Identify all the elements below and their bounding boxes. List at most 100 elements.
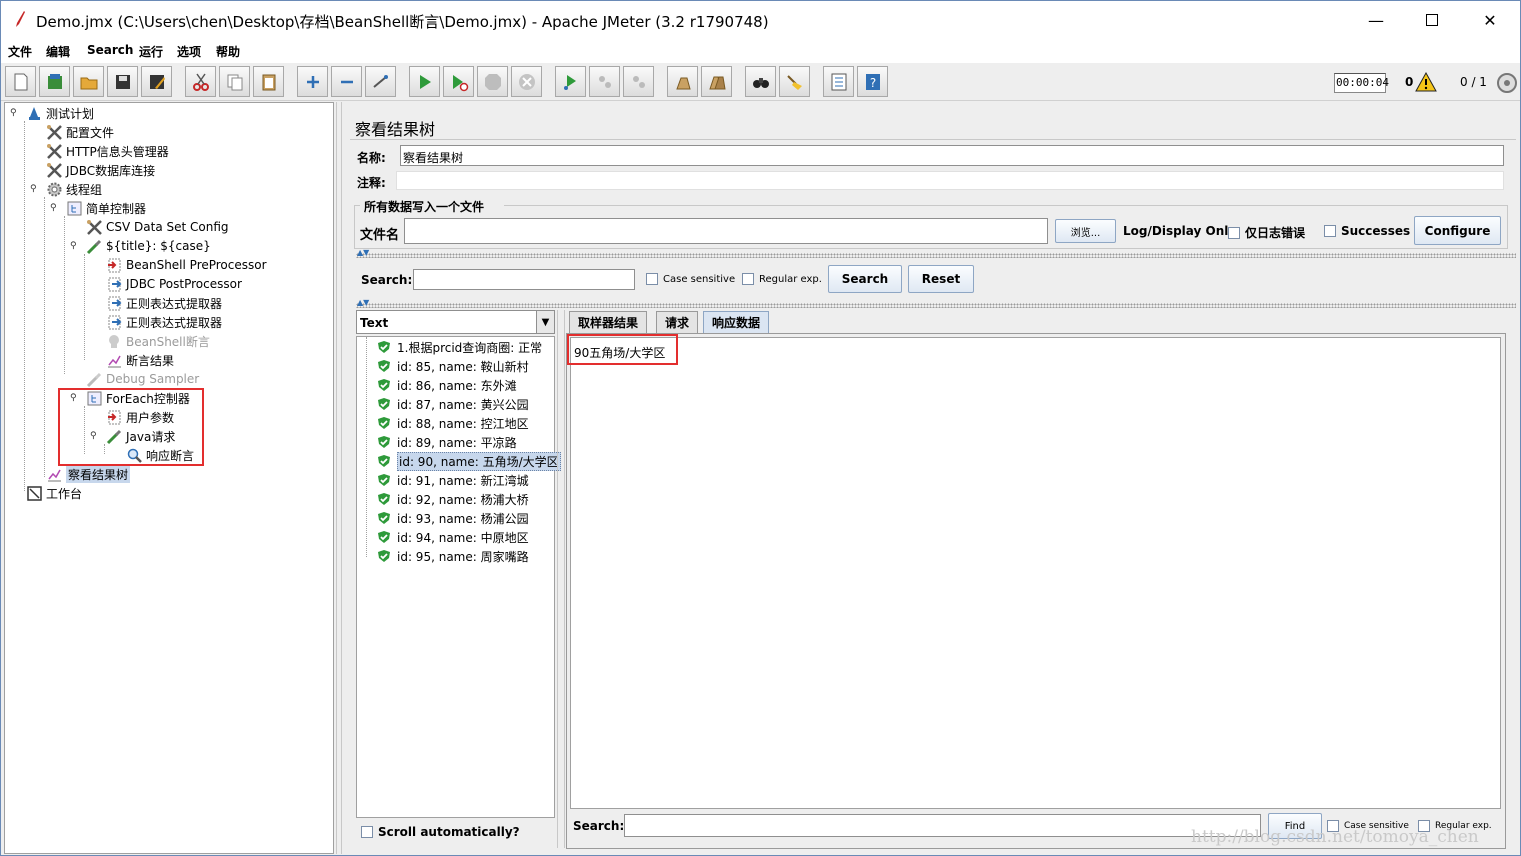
collapse-toggle-simple-controller[interactable]: ⚲: [50, 204, 59, 213]
errors-only-checkbox[interactable]: 仅日志错误: [1228, 224, 1305, 241]
successes-checkbox[interactable]: Successes: [1324, 224, 1410, 238]
reset-button[interactable]: Reset: [908, 265, 974, 293]
comment-input[interactable]: [396, 171, 1504, 190]
result-row[interactable]: id: 92, name: 杨浦大桥: [377, 490, 529, 508]
expand-all-button[interactable]: [297, 66, 328, 97]
tree-node-simple-controller[interactable]: 简单控制器: [65, 199, 146, 217]
search-button-toolbar[interactable]: [745, 66, 776, 97]
results-list[interactable]: 1.根据prcid查询商圈: 正常 id: 85, name: 鞍山新村 id:…: [356, 336, 561, 818]
pane-splitter[interactable]: [336, 102, 342, 854]
case-sensitive-checkbox[interactable]: Case sensitive: [646, 273, 735, 285]
result-row[interactable]: id: 94, name: 中原地区: [377, 528, 529, 546]
tree-node-sampler[interactable]: ${title}: ${case}: [85, 237, 211, 255]
tab-request[interactable]: 请求: [656, 311, 699, 333]
result-row[interactable]: id: 88, name: 控江地区: [377, 414, 529, 432]
search-input[interactable]: [413, 269, 635, 290]
function-helper-button[interactable]: [823, 66, 854, 97]
result-row[interactable]: id: 87, name: 黄兴公园: [377, 395, 529, 413]
tab-response-data[interactable]: 响应数据: [703, 311, 770, 333]
new-button[interactable]: [5, 66, 36, 97]
copy-button[interactable]: [219, 66, 250, 97]
remote-stop-button[interactable]: [589, 66, 620, 97]
menu-options[interactable]: 选项: [177, 43, 201, 60]
menu-help[interactable]: 帮助: [216, 43, 240, 60]
start-button[interactable]: [409, 66, 440, 97]
result-row[interactable]: id: 93, name: 杨浦公园: [377, 509, 529, 527]
collapse-all-button[interactable]: [331, 66, 362, 97]
tree-node-thread-group[interactable]: 线程组: [45, 180, 102, 198]
cut-button[interactable]: [185, 66, 216, 97]
tree-node-regex-extractor-2[interactable]: 正则表达式提取器: [105, 313, 222, 331]
copy-icon: [227, 74, 242, 90]
maximize-button[interactable]: [1403, 1, 1461, 39]
clear-button[interactable]: [667, 66, 698, 97]
renderer-select[interactable]: Text ▼: [356, 310, 555, 334]
result-row-selected[interactable]: id: 90, name: 五角场/大学区: [377, 451, 561, 471]
result-row[interactable]: id: 86, name: 东外滩: [377, 376, 517, 394]
start-no-timers-button[interactable]: [443, 66, 474, 97]
toggle-button[interactable]: [365, 66, 396, 97]
split-divider-middle[interactable]: [356, 303, 1516, 308]
list-detail-splitter[interactable]: [557, 310, 565, 848]
split-arrows-icon[interactable]: ▲▼: [357, 248, 369, 257]
help-button[interactable]: ?: [857, 66, 888, 97]
stop-button[interactable]: [477, 66, 508, 97]
help-book-icon: ?: [865, 73, 880, 90]
save-as-button[interactable]: [141, 66, 172, 97]
remote-shutdown-button[interactable]: [623, 66, 654, 97]
test-plan-tree[interactable]: ⚲ ⚲ ⚲ ⚲ ⚲ ⚲ 测试计划 配置文件 HTTP信息头管理器 JDBC数据库…: [4, 102, 334, 854]
remote-start-button[interactable]: [555, 66, 586, 97]
name-input[interactable]: 察看结果树: [400, 145, 1504, 166]
binoculars-icon: [752, 77, 769, 88]
tree-node-test-plan[interactable]: 测试计划: [25, 104, 94, 122]
result-row[interactable]: id: 89, name: 平凉路: [377, 433, 517, 451]
tab-sampler-result[interactable]: 取样器结果: [569, 311, 648, 333]
tree-node-http-header-manager[interactable]: HTTP信息头管理器: [45, 142, 169, 160]
menu-search[interactable]: Search: [87, 43, 133, 57]
collapse-toggle-sampler[interactable]: ⚲: [70, 242, 79, 251]
tree-node-debug-sampler[interactable]: Debug Sampler: [85, 370, 199, 388]
split-divider-top[interactable]: [356, 253, 1516, 258]
result-row[interactable]: id: 85, name: 鞍山新村: [377, 357, 529, 375]
bottom-search-input[interactable]: [624, 814, 1261, 837]
shutdown-button[interactable]: [511, 66, 542, 97]
configure-button[interactable]: Configure: [1414, 216, 1501, 245]
search-button[interactable]: Search: [828, 265, 902, 293]
open-button[interactable]: [73, 66, 104, 97]
collapse-toggle-thread-group[interactable]: ⚲: [30, 185, 39, 194]
paste-button[interactable]: [253, 66, 284, 97]
regex-checkbox[interactable]: Regular exp.: [742, 273, 822, 285]
result-row[interactable]: 1.根据prcid查询商圈: 正常: [377, 338, 542, 356]
browse-button[interactable]: 浏览...: [1055, 219, 1116, 243]
result-row[interactable]: id: 95, name: 周家嘴路: [377, 547, 529, 565]
templates-button[interactable]: [39, 66, 70, 97]
tree-node-config-file[interactable]: 配置文件: [45, 123, 114, 141]
menu-run[interactable]: 运行: [139, 43, 163, 60]
stop-icon: [484, 73, 501, 90]
tree-node-assertion-results[interactable]: 断言结果: [105, 351, 174, 369]
menu-file[interactable]: 文件: [8, 43, 32, 60]
close-button[interactable]: ✕: [1461, 1, 1519, 39]
tree-node-workbench[interactable]: 工作台: [25, 484, 82, 502]
postprocessor-icon: [105, 313, 123, 331]
menu-edit[interactable]: 编辑: [46, 43, 70, 60]
tree-node-csv-data-set[interactable]: CSV Data Set Config: [85, 218, 229, 236]
clear-all-button[interactable]: [701, 66, 732, 97]
tree-node-beanshell-preprocessor[interactable]: BeanShell PreProcessor: [105, 256, 267, 274]
tree-node-beanshell-assertion[interactable]: BeanShell断言: [105, 332, 210, 350]
minimize-button[interactable]: —: [1347, 1, 1405, 39]
tree-node-view-results-tree[interactable]: 察看结果树: [45, 465, 131, 483]
tree-node-regex-extractor-1[interactable]: 正则表达式提取器: [105, 294, 222, 312]
filename-input[interactable]: [404, 218, 1048, 244]
warning-triangle-icon[interactable]: [1415, 72, 1437, 92]
save-button[interactable]: [107, 66, 138, 97]
tree-node-jdbc-postprocessor[interactable]: JDBC PostProcessor: [105, 275, 242, 293]
result-row[interactable]: id: 91, name: 新江湾城: [377, 471, 529, 489]
tree-node-jdbc-connection[interactable]: JDBC数据库连接: [45, 161, 155, 179]
split-arrows-icon-2[interactable]: ▲▼: [357, 298, 369, 307]
reset-search-button[interactable]: [779, 66, 810, 97]
chevron-down-icon[interactable]: ▼: [536, 311, 554, 333]
response-data-textarea[interactable]: 90五角场/大学区: [570, 337, 1501, 809]
collapse-toggle-test-plan[interactable]: ⚲: [10, 109, 19, 118]
scroll-automatically-checkbox[interactable]: Scroll automatically?: [361, 825, 520, 839]
